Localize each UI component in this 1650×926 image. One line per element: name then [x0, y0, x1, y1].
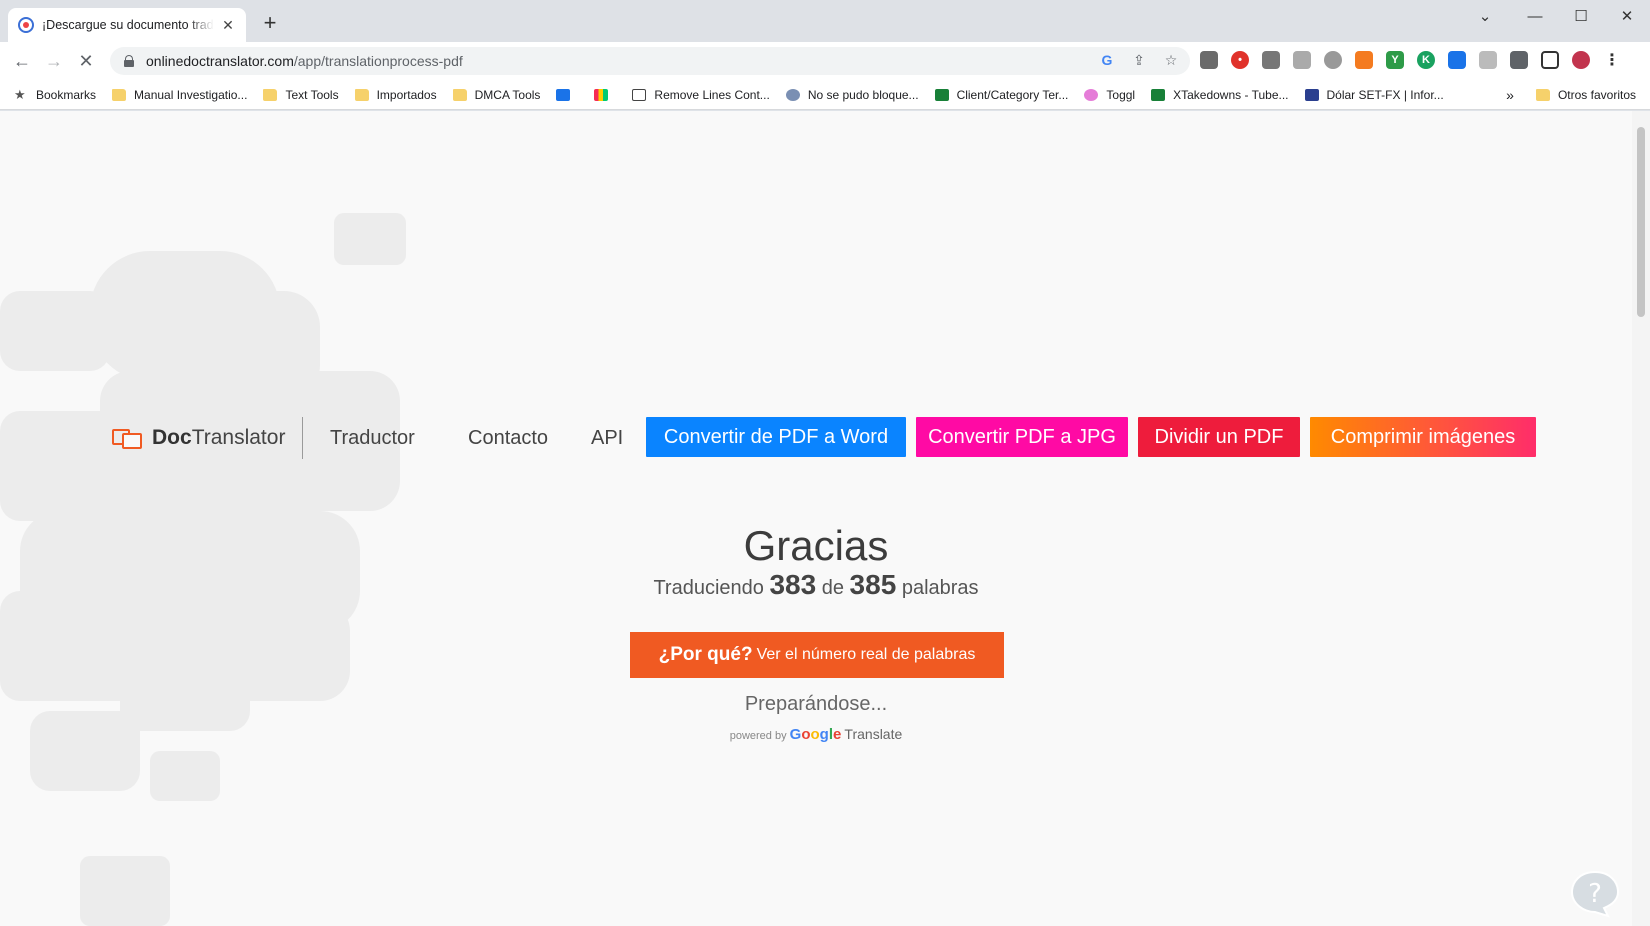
decor-bubble	[30, 711, 140, 791]
text-tool-icon	[632, 88, 647, 101]
site-favicon-icon	[18, 17, 34, 33]
svg-text:?: ?	[1588, 879, 1602, 909]
compress-images-button[interactable]: Comprimir imágenes	[1310, 417, 1536, 457]
folder-icon	[452, 88, 467, 101]
folder-icon	[263, 88, 278, 101]
folder-icon	[354, 88, 369, 101]
brand-name: DocTranslator	[152, 426, 286, 449]
decor-bubble	[80, 856, 170, 926]
bookmarks-bar: ★ Bookmarks Manual Investigatio... Text T…	[0, 80, 1650, 110]
page-title: Gracias	[743, 522, 889, 569]
blocked-site-icon	[785, 88, 800, 101]
star-icon: ★	[14, 86, 26, 102]
pdf-to-word-button[interactable]: Convertir de PDF a Word	[646, 417, 906, 457]
extension-k-icon[interactable]: K	[1417, 51, 1435, 69]
split-pdf-button[interactable]: Dividir un PDF	[1138, 417, 1300, 457]
stop-loading-icon[interactable]: ✕	[74, 49, 98, 73]
tab-close-icon[interactable]: ✕	[220, 17, 236, 34]
decor-bubble	[150, 751, 220, 801]
bookmark-item[interactable]: No se pudo bloque...	[785, 88, 919, 102]
nav-link-api[interactable]: API	[591, 427, 623, 450]
chat-bubbles-logo-icon	[112, 429, 142, 449]
lock-icon[interactable]	[124, 55, 134, 67]
nav-divider	[302, 417, 303, 459]
close-window-icon[interactable]: ✕	[1604, 0, 1650, 32]
address-url[interactable]: onlinedoctranslator.com/app/translationp…	[146, 53, 463, 69]
minimize-icon[interactable]: —	[1512, 0, 1558, 32]
google-lens-icon[interactable]: G	[1098, 51, 1116, 69]
bookmark-item[interactable]: Client/Category Ter...	[934, 88, 1068, 102]
bookmark-item[interactable]: Text Tools	[263, 88, 339, 102]
pdf-to-jpg-button[interactable]: Convertir PDF a JPG	[916, 417, 1128, 457]
decor-bubble	[334, 213, 406, 265]
extension-hat-icon[interactable]	[1200, 51, 1218, 69]
browser-toolbar: ← → ✕ onlinedoctranslator.com/app/transl…	[0, 42, 1650, 80]
extension-layers-icon[interactable]	[1262, 51, 1280, 69]
site-navigation: DocTranslator Traductor Contacto API Con…	[0, 417, 1632, 459]
address-bar[interactable]: onlinedoctranslator.com/app/translationp…	[110, 47, 1190, 75]
preparing-status: Preparándose...	[744, 693, 888, 715]
extension-badge-icon[interactable]: •	[1231, 51, 1249, 69]
active-tab[interactable]: ¡Descargue su documento traducido ✕	[8, 8, 246, 42]
bookmark-star-icon[interactable]: ☆	[1162, 51, 1180, 69]
extensions-puzzle-icon[interactable]	[1510, 51, 1528, 69]
calendar-icon	[556, 88, 571, 101]
extension-orange-icon[interactable]	[1355, 51, 1373, 69]
tab-strip: ¡Descargue su documento traducido ✕ + ⌄ …	[0, 0, 1650, 42]
tab-title: ¡Descargue su documento traducido	[42, 18, 214, 32]
page-scrollbar[interactable]	[1632, 111, 1650, 926]
bookmark-item[interactable]: Toggl	[1084, 88, 1135, 102]
bookmark-item[interactable]: Importados	[354, 88, 437, 102]
scrollbar-thumb[interactable]	[1637, 127, 1645, 317]
extension-y-icon[interactable]: Y	[1386, 51, 1404, 69]
words-total-count: 385	[849, 569, 897, 600]
translation-progress: Traduciendo 383 de 385 palabras	[653, 569, 979, 600]
folder-icon	[1535, 89, 1550, 101]
decor-bubble	[120, 641, 250, 731]
help-badge-icon: ?	[1570, 870, 1620, 918]
sheets-icon	[934, 88, 949, 101]
new-tab-button[interactable]: +	[258, 12, 282, 36]
extensions-area: • Y K ⋮	[1200, 51, 1621, 69]
nav-link-traductor[interactable]: Traductor	[330, 427, 415, 450]
bookmarks-overflow-icon[interactable]: »	[1506, 87, 1514, 103]
extension-bulb-icon[interactable]	[1324, 51, 1342, 69]
decor-bubble	[0, 291, 110, 371]
page-viewport: DocTranslator Traductor Contacto API Con…	[0, 111, 1632, 926]
share-icon[interactable]: ⇪	[1130, 51, 1148, 69]
bookmark-item[interactable]: Remove Lines Cont...	[632, 88, 770, 102]
bookmark-item[interactable]: Manual Investigatio...	[112, 88, 247, 102]
browser-menu-icon[interactable]: ⋮	[1603, 51, 1621, 69]
google-logo: Google	[789, 726, 842, 743]
doctranslator-logo[interactable]: DocTranslator	[112, 423, 285, 453]
maximize-icon[interactable]: ☐	[1558, 0, 1604, 32]
bookmark-item[interactable]: ★ Bookmarks	[14, 88, 96, 102]
dollar-icon	[1304, 88, 1319, 101]
forward-icon[interactable]: →	[42, 49, 66, 73]
nav-link-contacto[interactable]: Contacto	[468, 427, 548, 450]
extension-brush-icon[interactable]	[1479, 51, 1497, 69]
other-favorites-folder[interactable]: Otros favoritos	[1535, 88, 1636, 102]
words-done-count: 383	[769, 569, 817, 600]
monday-icon	[594, 88, 609, 101]
folder-icon	[112, 88, 127, 101]
bookmark-item[interactable]	[594, 88, 616, 101]
extension-translate-icon[interactable]	[1448, 51, 1466, 69]
extension-copy-icon[interactable]	[1293, 51, 1311, 69]
tab-search-icon[interactable]: ⌄	[1462, 0, 1508, 32]
profile-avatar[interactable]	[1572, 51, 1590, 69]
toggl-icon	[1084, 88, 1099, 101]
bookmark-item[interactable]: DMCA Tools	[452, 88, 540, 102]
sheets-icon	[1151, 88, 1166, 101]
bookmark-item[interactable]: Dólar SET-FX | Infor...	[1304, 88, 1444, 102]
bookmark-item[interactable]: XTakedowns - Tube...	[1151, 88, 1289, 102]
why-word-count-button[interactable]: ¿Por qué? Ver el número real de palabras	[630, 632, 1004, 678]
bookmark-item[interactable]	[556, 88, 578, 101]
powered-by-google-translate: powered by Google Translate	[729, 726, 903, 743]
side-panel-icon[interactable]	[1541, 51, 1559, 69]
back-icon[interactable]: ←	[10, 49, 34, 73]
